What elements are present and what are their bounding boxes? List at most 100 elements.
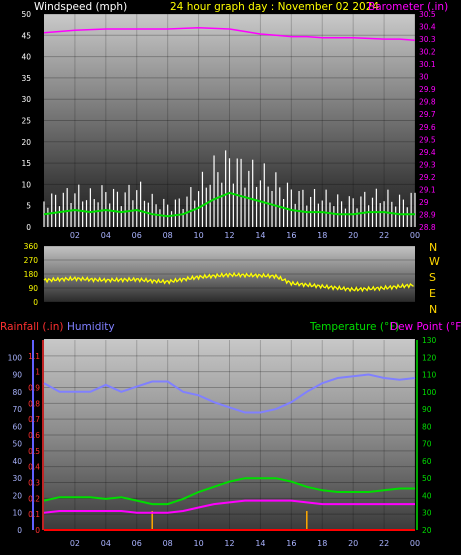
panel1-xtick: 06 bbox=[132, 231, 142, 240]
panel3-humidity-label: Humidity bbox=[67, 321, 115, 333]
panel1-ytick: 0 bbox=[26, 223, 31, 232]
compass-w: W bbox=[429, 255, 440, 268]
panel3-xtick: 06 bbox=[132, 539, 142, 548]
panel1-ytick: 40 bbox=[21, 53, 31, 62]
panel3-temp-tick: 70 bbox=[422, 440, 432, 449]
panel3-ylabel: Rainfall (.in) bbox=[0, 321, 63, 333]
panel2-ytick: 0 bbox=[33, 298, 38, 307]
panel1-xtick: 10 bbox=[193, 231, 203, 240]
panel3-xtick: 22 bbox=[379, 539, 389, 548]
panel3-dewpoint-label: Dew Point (°F) bbox=[390, 321, 461, 333]
panel3-rain-tick: 0 bbox=[35, 526, 40, 535]
panel1-y2tick: 29 bbox=[419, 198, 429, 207]
panel3-xtick: 14 bbox=[255, 539, 265, 548]
panel1-y2tick: 28.9 bbox=[419, 210, 436, 219]
panel3-temperature-label: Temperature (°F) bbox=[309, 321, 399, 333]
panel3-rain-tick: 0.4 bbox=[28, 463, 40, 472]
panel1-ytick: 10 bbox=[21, 180, 31, 189]
panel3-temp-tick: 100 bbox=[422, 388, 437, 397]
panel3-rain-tick: 0.5 bbox=[28, 447, 40, 456]
panel1-ytick: 25 bbox=[21, 117, 31, 126]
panel2-ytick: 180 bbox=[24, 270, 39, 279]
panel1-xtick: 16 bbox=[286, 231, 296, 240]
panel3-temp-tick: 60 bbox=[422, 457, 432, 466]
panel1-title: 24 hour graph day : November 02 2024 bbox=[170, 1, 379, 13]
panel1-y2tick: 29.7 bbox=[419, 110, 436, 119]
panel1-xtick: 04 bbox=[101, 231, 111, 240]
panel1-xtick: 22 bbox=[379, 231, 389, 240]
panel3-temp-tick: 50 bbox=[422, 474, 432, 483]
weather-chart: Windspeed (mph) 24 hour graph day : Nove… bbox=[0, 1, 461, 548]
panel3-humidity-tick: 80 bbox=[12, 388, 22, 397]
panel3-xtick: 16 bbox=[286, 539, 296, 548]
panel3-xtick: 00 bbox=[410, 539, 420, 548]
panel1-y2tick: 29.5 bbox=[419, 135, 436, 144]
panel3-temp-tick: 20 bbox=[422, 526, 432, 535]
panel3-humidity-tick: 50 bbox=[12, 440, 22, 449]
panel3-temp-tick: 110 bbox=[422, 371, 437, 380]
panel1-ytick: 45 bbox=[21, 31, 31, 40]
panel3-rain-tick: 0.6 bbox=[28, 431, 40, 440]
panel1-y2tick: 29.1 bbox=[419, 185, 436, 194]
panel3-rain-tick: 1 bbox=[35, 368, 40, 377]
panel3-humidity-tick: 100 bbox=[8, 353, 23, 362]
panel3-temp-tick: 80 bbox=[422, 422, 432, 431]
panel2-ytick: 90 bbox=[28, 284, 38, 293]
panel1-ylabel: Windspeed (mph) bbox=[34, 1, 127, 13]
panel1-y2tick: 29.2 bbox=[419, 173, 436, 182]
panel3-rain-tick: 0.8 bbox=[28, 399, 40, 408]
panel1-y2tick: 30.4 bbox=[419, 23, 436, 32]
panel1-ytick: 30 bbox=[21, 95, 31, 104]
panel1-y2tick: 30.1 bbox=[419, 60, 436, 69]
panel3-humidity-tick: 30 bbox=[12, 474, 22, 483]
panel3-humidity-tick: 20 bbox=[12, 491, 22, 500]
panel1-y2tick: 28.8 bbox=[419, 223, 436, 232]
panel3-humidity-tick: 90 bbox=[12, 371, 22, 380]
panel1-ytick: 50 bbox=[21, 10, 31, 19]
panel3-temp-tick: 90 bbox=[422, 405, 432, 414]
panel1-y2label: Barometer (.in) bbox=[368, 1, 448, 13]
panel1-xtick: 14 bbox=[255, 231, 265, 240]
panel3-rain-tick: 0.9 bbox=[28, 384, 40, 393]
panel2-ytick: 360 bbox=[24, 242, 39, 251]
compass-n-top: N bbox=[429, 241, 437, 254]
panel2-ytick: 270 bbox=[24, 256, 39, 265]
panel3-xtick: 02 bbox=[70, 539, 80, 548]
panel1-xtick: 00 bbox=[410, 231, 420, 240]
panel1-y2tick: 30.3 bbox=[419, 35, 436, 44]
panel3-temp-tick: 40 bbox=[422, 491, 432, 500]
panel3-xtick: 04 bbox=[101, 539, 111, 548]
panel3-rain-tick: 1.1 bbox=[28, 352, 40, 361]
panel3-humidity-tick: 70 bbox=[12, 405, 22, 414]
panel1-xtick: 02 bbox=[70, 231, 80, 240]
panel3-humidity-tick: 60 bbox=[12, 422, 22, 431]
panel1-xtick: 08 bbox=[163, 231, 173, 240]
compass-s: S bbox=[429, 271, 436, 284]
panel3-humidity-tick: 40 bbox=[12, 457, 22, 466]
panel1-ytick: 35 bbox=[21, 74, 31, 83]
panel3-rain-tick: 0.1 bbox=[28, 510, 40, 519]
panel3-temp-tick: 130 bbox=[422, 336, 437, 345]
panel1-y2tick: 29.3 bbox=[419, 160, 436, 169]
panel3-humidity-tick: 10 bbox=[12, 509, 22, 518]
panel1-y2tick: 29.6 bbox=[419, 123, 436, 132]
panel3-xtick: 10 bbox=[193, 539, 203, 548]
panel3-xtick: 18 bbox=[317, 539, 327, 548]
panel1-y2tick: 30 bbox=[419, 73, 429, 82]
panel3-rain-tick: 0.7 bbox=[28, 415, 40, 424]
panel3-temp-tick: 120 bbox=[422, 353, 437, 362]
panel1-ytick: 5 bbox=[26, 202, 31, 211]
panel1-ytick: 15 bbox=[21, 159, 31, 168]
panel1-ytick: 20 bbox=[21, 138, 31, 147]
panel1-y2tick: 29.4 bbox=[419, 148, 436, 157]
panel1-y2tick: 29.8 bbox=[419, 98, 436, 107]
panel1-y2tick: 30.2 bbox=[419, 48, 436, 57]
panel1-xtick: 20 bbox=[348, 231, 358, 240]
panel3-humidity-tick: 0 bbox=[17, 526, 22, 535]
panel1-y2tick: 29.9 bbox=[419, 85, 436, 94]
panel3-rain-tick: 0.3 bbox=[28, 479, 40, 488]
panel1-xtick: 18 bbox=[317, 231, 327, 240]
compass-n-bottom: N bbox=[429, 303, 437, 316]
panel1-y2tick: 30.5 bbox=[419, 10, 436, 19]
panel3-temp-tick: 30 bbox=[422, 509, 432, 518]
